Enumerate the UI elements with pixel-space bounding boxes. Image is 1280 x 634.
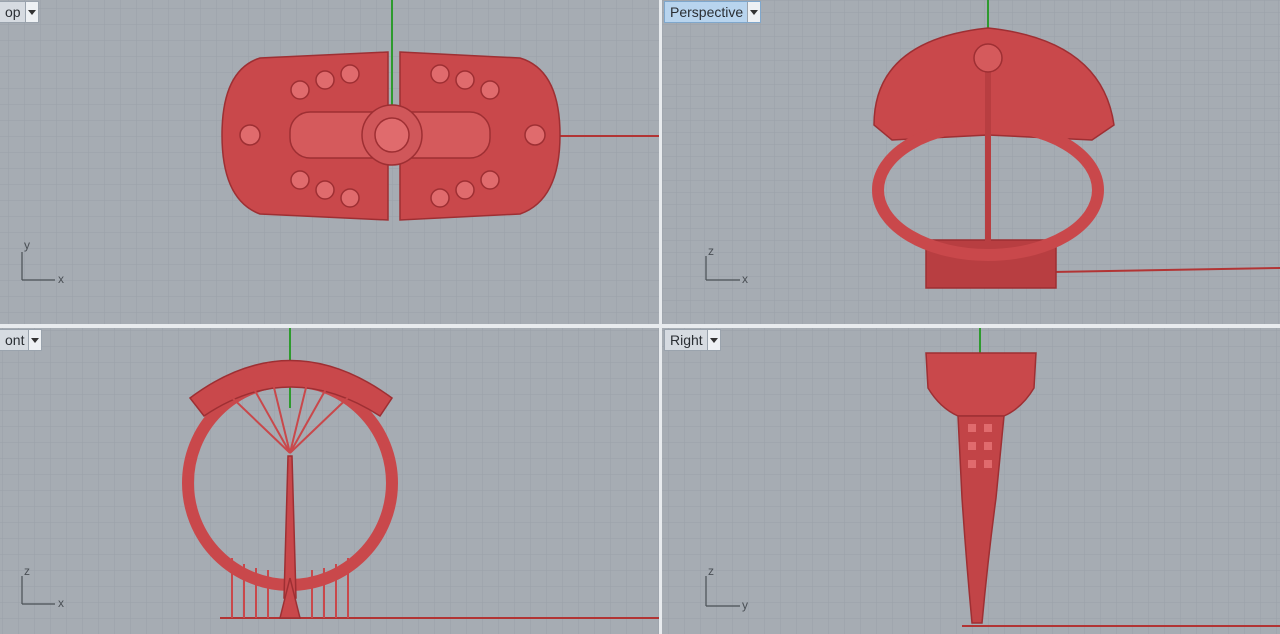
- viewport-label: op: [5, 4, 21, 20]
- viewport-grid: [0, 0, 659, 324]
- axis-label-a: y: [24, 238, 30, 252]
- dropdown-arrow-icon[interactable]: [24, 2, 38, 22]
- viewport-front[interactable]: z x ont: [0, 328, 659, 634]
- dropdown-arrow-icon[interactable]: [747, 2, 761, 22]
- viewport-tab-top[interactable]: op: [0, 1, 39, 23]
- viewport-divider-horizontal[interactable]: [0, 324, 1280, 328]
- viewport-label: Perspective: [670, 4, 744, 20]
- viewport-perspective[interactable]: z x Perspective: [662, 0, 1280, 324]
- viewport-top[interactable]: y x op: [0, 0, 659, 324]
- viewport-label: Right: [670, 332, 703, 348]
- viewport-tab-perspective[interactable]: Perspective: [664, 1, 762, 23]
- axis-label-a: z: [708, 564, 714, 578]
- dropdown-arrow-icon[interactable]: [28, 330, 42, 350]
- axis-label-a: z: [708, 244, 714, 258]
- axis-label-b: x: [58, 596, 64, 610]
- viewport-tab-front[interactable]: ont: [0, 329, 43, 351]
- viewport-grid: [662, 328, 1280, 634]
- axis-label-a: z: [24, 564, 30, 578]
- viewport-tab-right[interactable]: Right: [664, 329, 721, 351]
- axis-label-b: x: [742, 272, 748, 286]
- viewport-divider-vertical[interactable]: [659, 0, 662, 634]
- viewport-label: ont: [5, 332, 25, 348]
- viewport-grid: [0, 328, 659, 634]
- viewport-right[interactable]: z y Right: [662, 328, 1280, 634]
- axis-label-b: x: [58, 272, 64, 286]
- axis-label-b: y: [742, 598, 748, 612]
- dropdown-arrow-icon[interactable]: [706, 330, 720, 350]
- viewport-grid: [662, 0, 1280, 324]
